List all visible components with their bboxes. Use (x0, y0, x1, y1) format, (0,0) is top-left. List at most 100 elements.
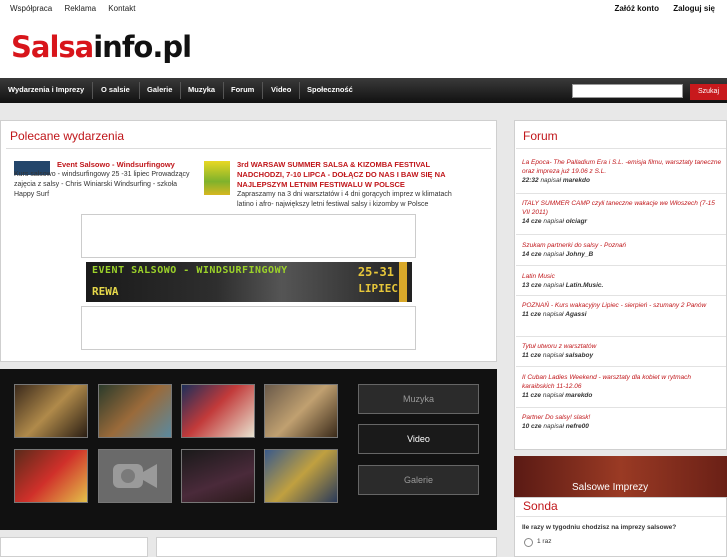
forum-divider (516, 366, 726, 367)
banner-date2: LIPIEC (358, 282, 398, 295)
forum-post-title[interactable]: II Cuban Ladies Weekend - warsztaty dla … (522, 373, 722, 391)
forum-post-title[interactable]: Szukam partnerki do salsy - Poznań (522, 241, 722, 250)
forum-divider (516, 407, 726, 408)
event-title[interactable]: 3rd WARSAW SUMMER SALSA & KIZOMBA FESTIV… (237, 160, 469, 190)
post-date: 14 cze (522, 218, 542, 225)
search-input[interactable] (572, 84, 683, 98)
nav-o-salsie[interactable]: O salsie (101, 78, 130, 103)
poll-divider (516, 516, 726, 517)
tab-video[interactable]: Video (358, 424, 479, 454)
poll-option-label: 1 raz (537, 538, 552, 545)
banner-line2: REWA (92, 285, 119, 298)
post-user[interactable]: nefre00 (566, 423, 589, 430)
event-title[interactable]: Event Salsowo - Windsurfingowy (14, 160, 192, 170)
forum-post-title[interactable]: Partner Do salsy! slask! (522, 413, 722, 422)
post-by: napisał (542, 352, 564, 359)
post-user[interactable]: salsaboy (565, 352, 593, 359)
nav-divider (299, 82, 300, 99)
register-link[interactable]: Załóż konto (615, 4, 659, 13)
post-by: napisał (543, 218, 564, 225)
forum-post-title[interactable]: Tytuł utworu z warsztatów (522, 342, 722, 351)
video-thumbnail[interactable] (181, 449, 255, 503)
nav-divider (92, 82, 93, 99)
nav-video[interactable]: Video (271, 78, 291, 103)
video-thumbnail[interactable] (181, 384, 255, 438)
poll-title: Sonda (523, 499, 558, 513)
logo-part2: info.pl (93, 30, 192, 64)
tab-galerie[interactable]: Galerie (358, 465, 479, 495)
post-user[interactable]: marekdo (563, 177, 590, 184)
post-date: 13 cze (522, 282, 542, 289)
event-item: Event Salsowo - Windsurfingowy Kurs sals… (14, 160, 192, 200)
event-banner[interactable]: EVENT SALSOWO - WINDSURFINGOWY REWA 25-3… (86, 262, 412, 302)
nav-muzyka[interactable]: Muzyka (188, 78, 215, 103)
login-link[interactable]: Zaloguj się (673, 4, 715, 13)
bottom-panel (0, 537, 148, 557)
link-kontakt[interactable]: Kontakt (108, 4, 135, 13)
forum-divider (516, 295, 726, 296)
post-user[interactable]: Johny_B (566, 251, 593, 258)
forum-post: Szukam partnerki do salsy - Poznań 14 cz… (522, 241, 722, 259)
nav-wydarzenia[interactable]: Wydarzenia i Imprezy (8, 78, 84, 103)
nav-spolecznosc[interactable]: Społeczność (307, 78, 353, 103)
forum-divider (516, 193, 726, 194)
top-links: Współpraca Reklama Kontakt (10, 4, 145, 13)
nav-divider (223, 82, 224, 99)
post-by: napisał (542, 311, 564, 318)
video-thumbnail[interactable] (98, 384, 172, 438)
event-poster[interactable] (204, 161, 230, 195)
video-placeholder[interactable] (98, 449, 172, 503)
forum-divider (516, 234, 726, 235)
forum-title: Forum (523, 129, 558, 143)
banner-stripe (399, 262, 407, 302)
post-date: 10 cze (522, 423, 542, 430)
site-logo[interactable]: Salsainfo.pl (11, 30, 192, 64)
forum-post-title[interactable]: ITALY SUMMER CAMP czyli taneczne wakacje… (522, 199, 722, 217)
video-thumbnail[interactable] (264, 449, 338, 503)
forum-post: Latin Music 13 cze napisał Latin.Music. (522, 272, 722, 290)
post-date: 11 cze (522, 392, 542, 399)
video-thumbnail[interactable] (14, 384, 88, 438)
search-button[interactable]: Szukaj (690, 84, 727, 100)
post-user[interactable]: marekdo (565, 392, 592, 399)
promo-banner[interactable]: Salsowe Imprezy (514, 456, 727, 497)
nav-divider (139, 82, 140, 99)
post-user[interactable]: olciagr (566, 218, 587, 225)
post-by: napisał (543, 251, 564, 258)
account-links: Załóż konto Zaloguj się (603, 4, 715, 13)
forum-post: Tytuł utworu z warsztatów 11 cze napisał… (522, 342, 722, 360)
nav-forum[interactable]: Forum (231, 78, 254, 103)
promo-label: Salsowe Imprezy (572, 482, 649, 493)
link-reklama[interactable]: Reklama (64, 4, 96, 13)
banner-line1: EVENT SALSOWO - WINDSURFINGOWY (92, 265, 288, 276)
forum-post: La Epoca- The Palladium Era i S.L. -emis… (522, 158, 722, 185)
forum-post: POZNAŃ - Kurs wakacyjny Lipiec - sierpie… (522, 301, 722, 319)
media-panel: Muzyka Video Galerie (0, 369, 497, 530)
poll-radio[interactable] (524, 538, 533, 547)
ad-box (81, 306, 416, 350)
tab-muzyka[interactable]: Muzyka (358, 384, 479, 414)
forum-post-title[interactable]: POZNAŃ - Kurs wakacyjny Lipiec - sierpie… (522, 301, 722, 310)
post-by: napisał (540, 177, 562, 184)
poll-question: Ile razy w tygodniu chodzisz na imprezy … (522, 524, 677, 531)
forum-post: II Cuban Ladies Weekend - warsztaty dla … (522, 373, 722, 400)
nav-galerie[interactable]: Galerie (147, 78, 172, 103)
banner-date1: 25-31 (357, 265, 394, 279)
event-desc: Kurs salsowo - windsurfingowy 25 -31 lip… (14, 171, 190, 198)
video-camera-icon (113, 464, 157, 488)
forum-post-title[interactable]: Latin Music (522, 272, 722, 281)
video-thumbnail[interactable] (264, 384, 338, 438)
ad-box (81, 214, 416, 258)
post-date: 22:32 (522, 177, 539, 184)
video-thumbnail[interactable] (14, 449, 88, 503)
forum-post-title[interactable]: La Epoca- The Palladium Era i S.L. -emis… (522, 158, 722, 176)
header: Współpraca Reklama Kontakt Załóż konto Z… (0, 0, 727, 78)
post-user[interactable]: Agassi (565, 311, 586, 318)
post-date: 14 cze (522, 251, 542, 258)
event-item: 3rd WARSAW SUMMER SALSA & KIZOMBA FESTIV… (237, 160, 469, 210)
link-wspolpraca[interactable]: Współpraca (10, 4, 52, 13)
post-user[interactable]: Latin.Music. (566, 282, 604, 289)
forum-post: ITALY SUMMER CAMP czyli taneczne wakacje… (522, 199, 722, 226)
post-date: 11 cze (522, 311, 542, 318)
nav-divider (262, 82, 263, 99)
